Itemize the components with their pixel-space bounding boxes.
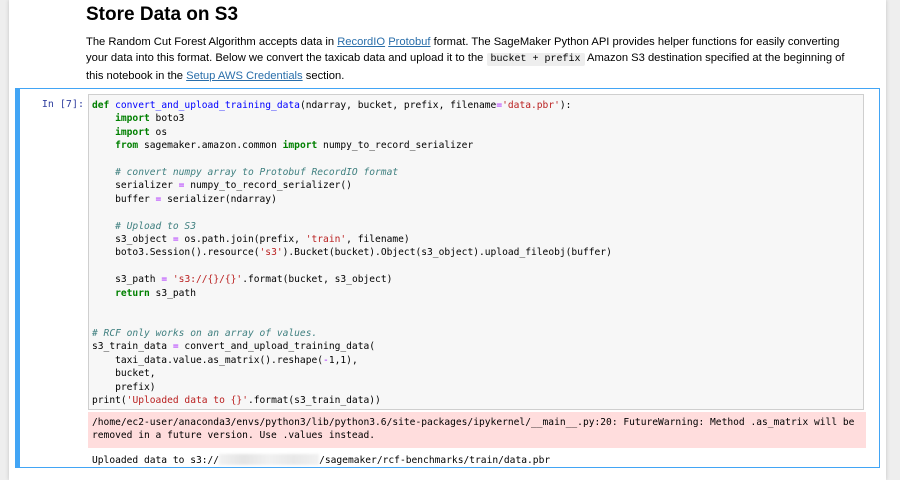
code-string: 's3://{}/{}': [172, 274, 243, 286]
code-token: s3_train_data: [92, 341, 173, 353]
code-input-area[interactable]: def convert_and_upload_training_data(nda…: [88, 94, 864, 410]
code-token: s3_object: [115, 234, 173, 246]
protobuf-link[interactable]: Protobuf: [388, 36, 430, 48]
kw-import: import: [282, 140, 318, 152]
code-string: 'Uploaded data to {}': [126, 394, 248, 406]
code-token: serializer(ndarray): [161, 193, 277, 205]
input-prompt: In [7]:: [41, 99, 84, 110]
kw-def: def: [92, 100, 110, 111]
code-editor[interactable]: def convert_and_upload_training_data(nda…: [92, 99, 612, 407]
code-token: =: [161, 274, 168, 286]
code-token: os: [149, 126, 168, 138]
code-token: s3_path: [149, 287, 196, 299]
kw-return: return: [115, 287, 150, 299]
code-string: 'train': [305, 234, 347, 246]
code-string: 's3': [259, 247, 283, 259]
code-token: ),: [346, 354, 358, 366]
code-token: convert_and_upload_training_data(: [178, 341, 376, 353]
code-token: taxi_data.value.as_matrix().reshape(: [92, 354, 324, 366]
code-comment: # convert numpy array to Protobuf Record…: [115, 167, 399, 179]
stderr-output: /home/ec2-user/anaconda3/envs/python3/li…: [88, 412, 866, 448]
code-token: buffer: [115, 193, 156, 205]
function-name: convert_and_upload_training_data: [115, 100, 300, 111]
stdout-output: Uploaded data to s3:// /sagemaker/rcf-ben…: [92, 454, 550, 467]
redacted-bucket-name: [219, 454, 320, 465]
stdout-text: Uploaded data to s3://: [92, 455, 220, 466]
kw-from: from: [115, 140, 139, 152]
code-token: , filename): [346, 234, 410, 246]
code-string: 'data.pbr': [502, 100, 560, 111]
code-token: boto3: [149, 113, 185, 125]
code-token: ):: [559, 100, 572, 111]
code-token: os.path.join(prefix,: [178, 234, 306, 246]
code-token: (ndarray, bucket, prefix, filename: [299, 100, 497, 111]
code-token: sagemaker.amazon.common: [138, 140, 283, 152]
code-number: 1: [328, 354, 335, 366]
code-token: serializer: [115, 180, 179, 192]
kw-import: import: [115, 126, 150, 138]
desc-text: section.: [302, 70, 345, 82]
desc-text: The Random Cut Forest Algorithm accepts …: [86, 36, 338, 48]
code-token: ).Bucket(bucket).Object(s3_object).uploa…: [282, 247, 612, 259]
recordio-link[interactable]: RecordIO: [337, 36, 385, 48]
section-title: Store Data on S3: [86, 4, 239, 25]
code-token: .format(bucket, s3_object): [242, 274, 393, 286]
code-token: prefix): [92, 381, 156, 393]
code-comment: # Upload to S3: [115, 220, 196, 232]
code-token: boto3.Session().resource(: [115, 247, 260, 259]
code-token: s3_path: [115, 274, 162, 286]
inline-code: bucket + prefix: [486, 53, 585, 66]
code-token: print: [92, 394, 121, 406]
setup-aws-credentials-link[interactable]: Setup AWS Credentials: [186, 70, 303, 82]
section-description: The Random Cut Forest Algorithm accepts …: [86, 34, 864, 84]
stdout-text: /sagemaker/rcf-benchmarks/train/data.pbr: [319, 455, 551, 466]
code-token: .format(s3_train_data)): [247, 394, 381, 406]
code-comment: # RCF only works on an array of values.: [92, 327, 318, 339]
code-token: bucket,: [92, 368, 156, 380]
kw-import: import: [115, 113, 150, 125]
warning-text: /home/ec2-user/anaconda3/envs/python3/li…: [92, 417, 861, 442]
code-token: numpy_to_record_serializer: [317, 140, 474, 152]
code-token: numpy_to_record_serializer(): [184, 180, 352, 192]
